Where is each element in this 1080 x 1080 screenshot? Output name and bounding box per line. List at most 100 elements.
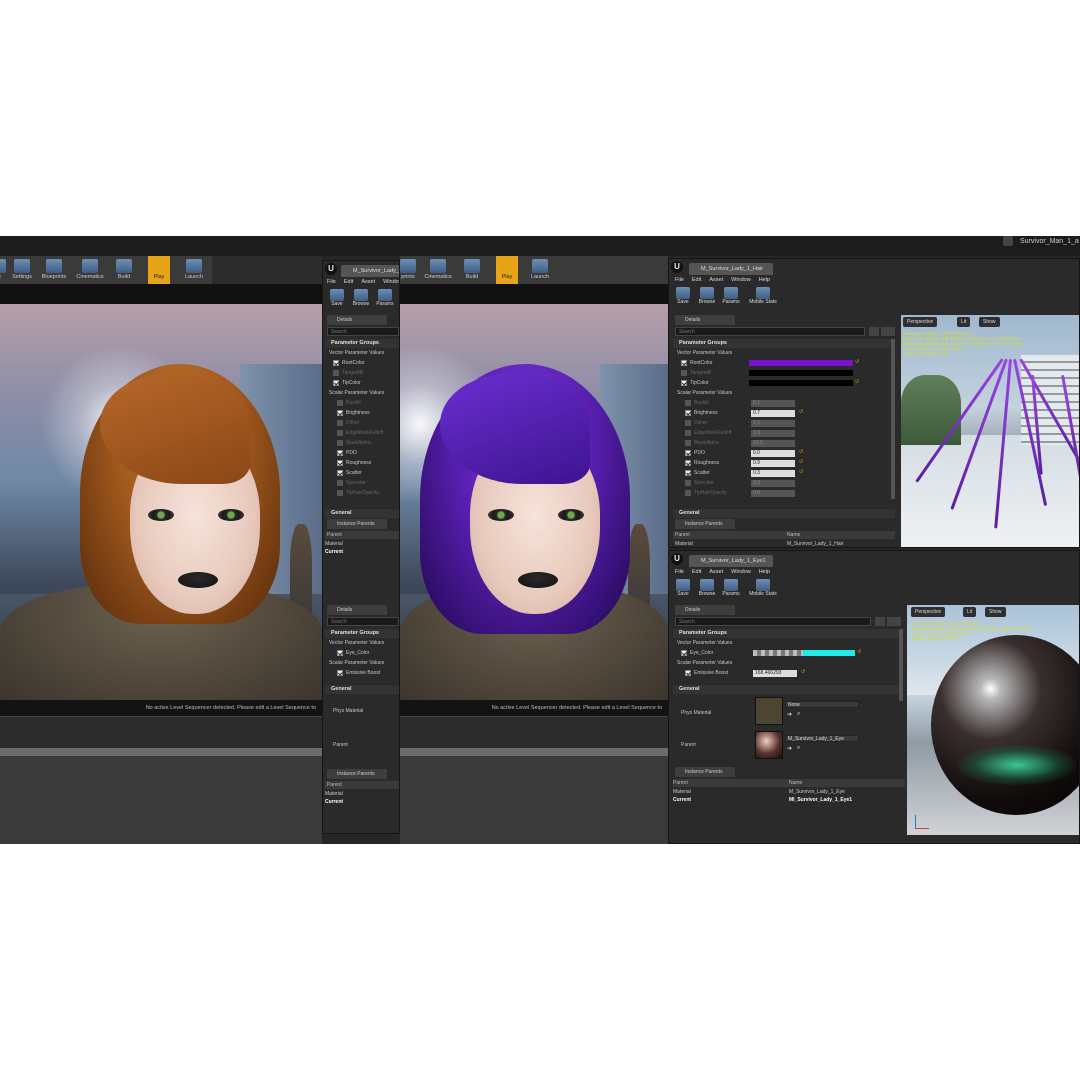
search-input[interactable]: Search bbox=[675, 327, 865, 336]
eye-doc-tab[interactable]: M_Survivor_Lady_1_Eye1 bbox=[689, 555, 773, 567]
play-button[interactable]: Play bbox=[148, 256, 170, 284]
general-header-2[interactable]: General bbox=[325, 685, 399, 694]
ip-row-material[interactable]: Material bbox=[673, 788, 691, 796]
reset-arrow-icon[interactable]: ↺ bbox=[799, 470, 804, 475]
search-input[interactable]: Search bbox=[327, 327, 399, 336]
ip-row-current[interactable]: Current bbox=[673, 796, 691, 804]
tipcolor-swatch[interactable] bbox=[749, 380, 853, 386]
eye-color-alpha-swatch[interactable] bbox=[753, 650, 803, 656]
details-scrollbar[interactable] bbox=[899, 629, 903, 701]
checkbox[interactable] bbox=[685, 479, 691, 486]
specular-value[interactable]: 0.0 bbox=[751, 480, 795, 487]
launch-button[interactable]: Launch bbox=[176, 256, 212, 284]
browse-button[interactable]: Browse bbox=[695, 578, 719, 600]
menu-asset[interactable]: Asset bbox=[709, 567, 723, 577]
checkbox[interactable] bbox=[337, 419, 343, 426]
edgemask-value[interactable]: 1.0 bbox=[751, 430, 795, 437]
param-rootcolor[interactable]: RootColor bbox=[681, 359, 713, 368]
checkbox[interactable] bbox=[337, 479, 343, 486]
reset-arrow-icon[interactable]: ↺ bbox=[799, 450, 804, 455]
vector-header[interactable]: Vector Parameter Values bbox=[677, 349, 732, 358]
scalar-header[interactable]: Scalar Parameter Values bbox=[329, 389, 384, 398]
param-tipcolor[interactable]: TipColor bbox=[333, 379, 361, 388]
checkbox[interactable] bbox=[685, 399, 691, 406]
viewport-left[interactable] bbox=[0, 304, 322, 700]
reset-arrow-icon[interactable]: ↺ bbox=[855, 380, 860, 385]
play-button-2[interactable]: Play bbox=[496, 256, 518, 284]
ip-current[interactable]: Current bbox=[325, 548, 343, 556]
vector-header[interactable]: Vector Parameter Values bbox=[329, 349, 384, 358]
checkbox[interactable] bbox=[337, 459, 343, 466]
parent-thumbnail[interactable] bbox=[755, 731, 783, 759]
parameter-groups-header[interactable]: Parameter Groups bbox=[325, 339, 399, 348]
checkbox[interactable] bbox=[685, 469, 691, 476]
instance-parents-tab-2[interactable]: Instance Parents bbox=[327, 769, 387, 779]
lit-button[interactable]: Lit bbox=[963, 607, 977, 617]
param-emissive[interactable]: Emissive Boost bbox=[337, 669, 380, 678]
browse-magnifier-icon[interactable]: ⌕ bbox=[797, 745, 800, 752]
param-tiphairopacity[interactable]: TipHairOpacity bbox=[337, 489, 379, 498]
details-tab[interactable]: Details bbox=[327, 315, 387, 325]
hair-preview-viewport[interactable]: Perspective Lit Show Base pass shader: 1… bbox=[901, 315, 1079, 547]
checkbox[interactable] bbox=[333, 359, 339, 366]
checkbox[interactable] bbox=[333, 379, 339, 386]
eye-visibility-icon[interactable] bbox=[887, 617, 901, 626]
param-brightness[interactable]: Brightness bbox=[685, 409, 718, 418]
browse-magnifier-icon[interactable]: ⌕ bbox=[797, 711, 800, 718]
menu-window[interactable]: Window bbox=[731, 275, 751, 285]
use-selected-arrow-icon[interactable]: ➜ bbox=[787, 745, 792, 752]
save-button[interactable]: Save bbox=[325, 288, 349, 310]
param-pdo[interactable]: PDO bbox=[337, 449, 357, 458]
checkbox[interactable] bbox=[337, 669, 343, 676]
brightness-value[interactable]: 0.7 bbox=[751, 410, 795, 417]
menu-edit[interactable]: Edit bbox=[344, 277, 353, 287]
backlit-value[interactable]: 0.1 bbox=[751, 400, 795, 407]
instance-parents-tab[interactable]: Instance Parents bbox=[327, 519, 387, 529]
phys-material-thumbnail[interactable] bbox=[755, 697, 783, 725]
blueprints-button[interactable]: Blueprints bbox=[36, 256, 72, 284]
parameter-groups-header-2[interactable]: Parameter Groups bbox=[325, 629, 399, 638]
menu-file[interactable]: File bbox=[675, 567, 684, 577]
details-tab[interactable]: Details bbox=[675, 315, 735, 325]
menu-file[interactable]: File bbox=[675, 275, 684, 285]
browse-button[interactable]: Browse bbox=[695, 286, 719, 308]
search-input-2[interactable]: Search bbox=[327, 617, 399, 626]
checkbox[interactable] bbox=[685, 669, 691, 676]
general-header[interactable]: General bbox=[673, 509, 895, 518]
use-selected-arrow-icon[interactable]: ➜ bbox=[787, 711, 792, 718]
timeline-scrub-2[interactable] bbox=[400, 748, 668, 756]
param-dither[interactable]: Dither bbox=[337, 419, 359, 428]
perspective-button[interactable]: Perspective bbox=[911, 607, 946, 617]
param-edgemaskfalloff[interactable]: EdgeMaskFalloff bbox=[337, 429, 383, 438]
settings-button[interactable]: Settings bbox=[4, 256, 40, 284]
details-tab-2[interactable]: Details bbox=[327, 605, 387, 615]
param-maskalpha[interactable]: MaskAlpha bbox=[337, 439, 371, 448]
rootcolor-swatch[interactable] bbox=[749, 360, 853, 366]
param-scatter[interactable]: Scatter bbox=[337, 469, 362, 478]
mobile-stats-button[interactable]: Mobile Stats bbox=[747, 578, 779, 600]
save-button[interactable]: Save bbox=[671, 578, 695, 600]
param-brightness[interactable]: Brightness bbox=[337, 409, 370, 418]
lit-button[interactable]: Lit bbox=[957, 317, 971, 327]
grid-view-icon[interactable] bbox=[875, 617, 885, 626]
checkbox[interactable] bbox=[333, 369, 339, 376]
reset-arrow-icon[interactable]: ↺ bbox=[857, 650, 862, 655]
details-tab[interactable]: Details bbox=[675, 605, 735, 615]
menu-edit[interactable]: Edit bbox=[692, 567, 701, 577]
ip-row-name[interactable]: M_Survivor_Lady_1_Hair bbox=[787, 540, 843, 547]
checkbox[interactable] bbox=[685, 429, 691, 436]
param-emissive[interactable]: Emissive Boost bbox=[685, 669, 728, 678]
param-dither[interactable]: Dither bbox=[685, 419, 707, 428]
param-specular[interactable]: Specular bbox=[337, 479, 366, 488]
param-roughness[interactable]: Roughness bbox=[337, 459, 371, 468]
parent-combo[interactable]: M_Survivor_Lady_1_Eye bbox=[785, 735, 859, 742]
params-button[interactable]: Params bbox=[373, 288, 397, 310]
ip-row-current-name[interactable]: MI_Survivor_Lady_1_Eye1 bbox=[789, 796, 852, 804]
checkbox[interactable] bbox=[337, 429, 343, 436]
checkbox[interactable] bbox=[681, 649, 687, 656]
reset-arrow-icon[interactable]: ↺ bbox=[799, 410, 804, 415]
checkbox[interactable] bbox=[685, 489, 691, 496]
show-button[interactable]: Show bbox=[979, 317, 1000, 327]
ip-row-material-name[interactable]: M_Survivor_Lady_1_Eye bbox=[789, 788, 845, 796]
timeline-scrub[interactable] bbox=[0, 748, 322, 756]
